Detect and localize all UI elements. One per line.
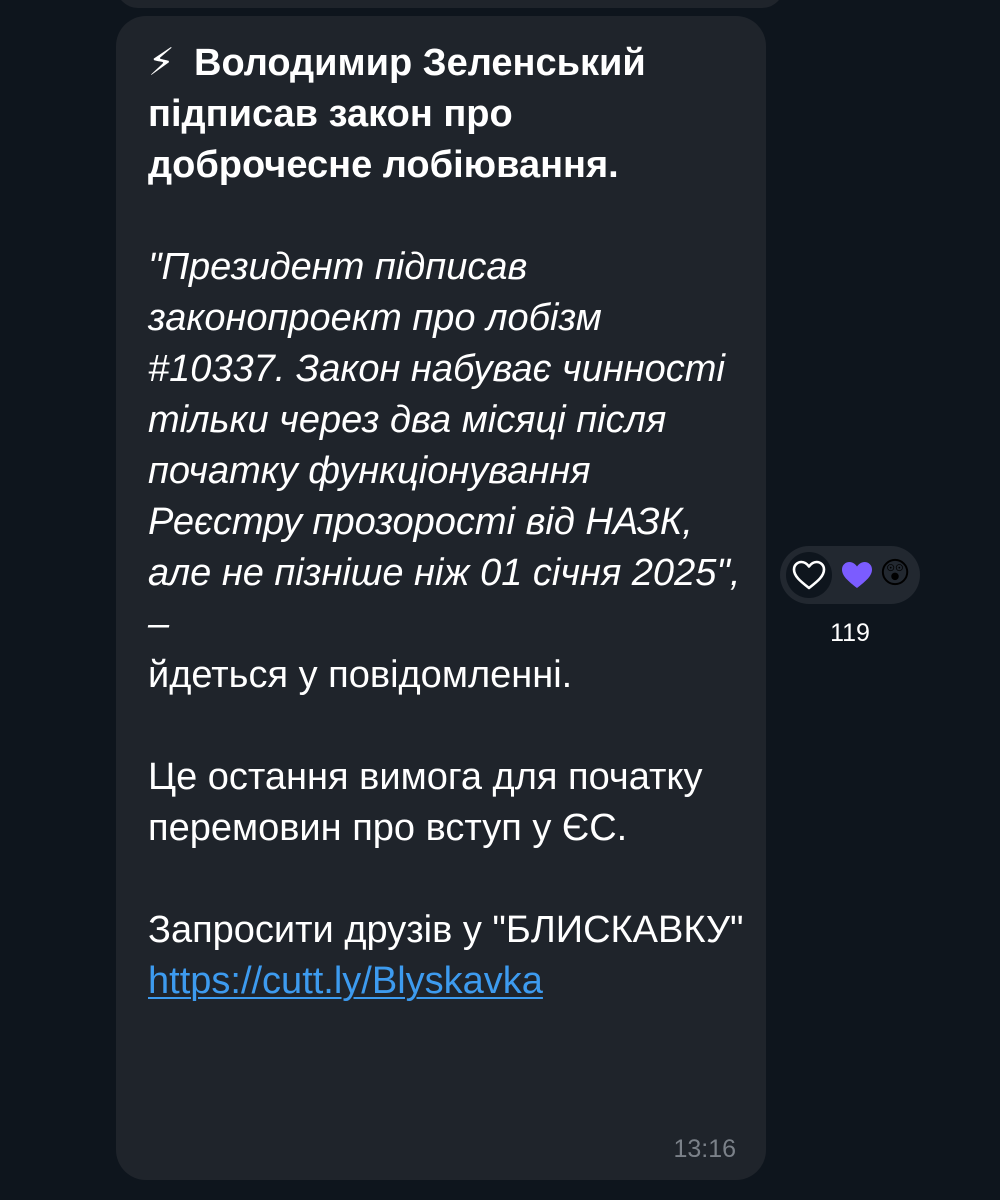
invite-link[interactable]: https://cutt.ly/Blyskavka (148, 956, 543, 1007)
lightning-icon: ⚡ (148, 42, 175, 84)
chat-screen: ⚡ Володимир Зеленський підписав закон про… (0, 0, 1000, 1200)
previous-message-bubble[interactable] (116, 0, 784, 8)
message-time: 13:16 (673, 1135, 736, 1163)
quote-tail: йдеться у повідомленні. (148, 654, 573, 696)
invite-paragraph: Запросити друзів у "БЛИСКАВКУ" https://cu… (148, 905, 746, 1007)
message-paragraph: Це остання вимога для початку перемовин … (148, 756, 703, 849)
invite-text: Запросити друзів у "БЛИСКАВКУ" (148, 909, 744, 951)
heart-outline-icon[interactable] (786, 552, 832, 598)
message-quote: "Президент підписав законопроект про лоб… (148, 242, 746, 701)
astonished-face-icon[interactable]: 😲 (876, 555, 914, 593)
reactions-bar: 😲 (780, 546, 920, 604)
message-headline: ⚡ Володимир Зеленський підписав закон про… (148, 38, 746, 191)
headline-text: Володимир Зеленський підписав закон про … (148, 42, 646, 186)
quote-text: "Президент підписав законопроект про лоб… (148, 246, 741, 645)
message-bubble[interactable]: ⚡ Володимир Зеленський підписав закон про… (116, 16, 766, 1180)
purple-heart-icon[interactable] (840, 558, 874, 592)
reaction-count: 119 (830, 619, 870, 647)
